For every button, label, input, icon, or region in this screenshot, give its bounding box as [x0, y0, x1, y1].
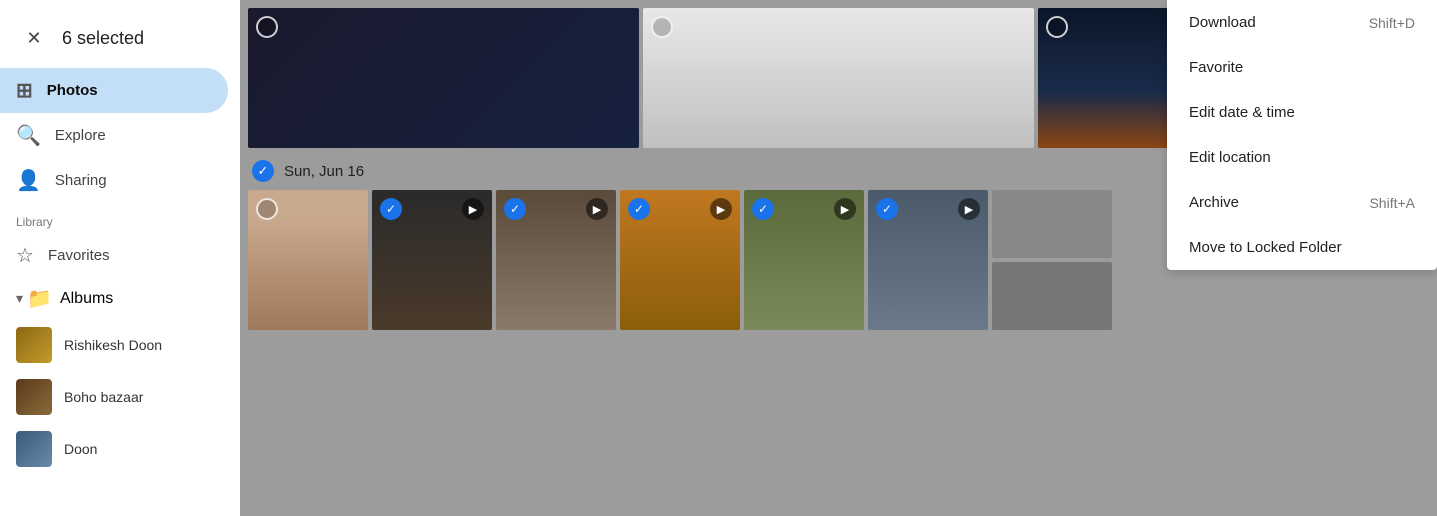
video-icon-interior: ▶ — [586, 198, 608, 220]
photo-uncheck-3 — [1046, 16, 1068, 38]
photo-check-restaurant: ✓ — [380, 198, 402, 220]
menu-favorite-label: Favorite — [1189, 59, 1243, 76]
albums-label: Albums — [60, 290, 113, 308]
album-name-boho: Boho bazaar — [64, 389, 143, 405]
album-item-doon[interactable]: Doon — [0, 423, 240, 475]
album-thumb-boho — [16, 379, 52, 415]
video-icon-food1: ▶ — [834, 198, 856, 220]
favorites-icon: ☆ — [16, 243, 34, 268]
photo-restaurant[interactable]: ✓ ▶ — [372, 190, 492, 330]
album-item-boho[interactable]: Boho bazaar — [0, 371, 240, 423]
menu-item-move-locked[interactable]: Move to Locked Folder — [1167, 225, 1437, 270]
video-icon-food2: ▶ — [958, 198, 980, 220]
close-button[interactable]: ✕ — [16, 20, 52, 56]
photo-dark-abstract[interactable] — [248, 8, 639, 148]
photo-drink[interactable]: ✓ ▶ — [620, 190, 740, 330]
photo-uncheck-2 — [651, 16, 673, 38]
photo-food1[interactable]: ✓ ▶ — [744, 190, 864, 330]
menu-archive-label: Archive — [1189, 194, 1239, 211]
photo-extra2[interactable] — [992, 262, 1112, 330]
photo-check-food2: ✓ — [876, 198, 898, 220]
photo-white-abstract[interactable] — [643, 8, 1034, 148]
date-check-icon[interactable]: ✓ — [252, 160, 274, 182]
menu-download-label: Download — [1189, 14, 1256, 31]
photo-interior[interactable]: ✓ ▶ — [496, 190, 616, 330]
menu-item-edit-date[interactable]: Edit date & time — [1167, 90, 1437, 135]
menu-item-download[interactable]: Download Shift+D — [1167, 0, 1437, 45]
photo-extra1[interactable] — [992, 190, 1112, 258]
context-menu: Download Shift+D Favorite Edit date & ti… — [1167, 0, 1437, 270]
album-name-doon: Doon — [64, 441, 97, 457]
sharing-icon: 👤 — [16, 168, 41, 193]
sidebar-header: ✕ 6 selected — [0, 8, 240, 68]
expand-icon: ▾ — [16, 290, 23, 307]
photo-check-drink: ✓ — [628, 198, 650, 220]
menu-edit-location-label: Edit location — [1189, 149, 1271, 166]
photo-uncheck-1 — [256, 16, 278, 38]
sidebar-item-albums[interactable]: ▾ 📁 Albums — [0, 278, 240, 319]
sidebar: ✕ 6 selected ⊞ Photos 🔍 Explore 👤 Sharin… — [0, 0, 240, 516]
video-icon-drink: ▶ — [710, 198, 732, 220]
sidebar-item-explore[interactable]: 🔍 Explore — [0, 113, 228, 158]
album-name-rishikesh: Rishikesh Doon — [64, 337, 162, 353]
menu-edit-date-label: Edit date & time — [1189, 104, 1295, 121]
sharing-label: Sharing — [55, 172, 107, 189]
albums-icon: 📁 — [27, 286, 52, 311]
album-thumb-doon — [16, 431, 52, 467]
sidebar-item-favorites[interactable]: ☆ Favorites — [0, 233, 228, 278]
photo-uncheck-girl — [256, 198, 278, 220]
menu-item-favorite[interactable]: Favorite — [1167, 45, 1437, 90]
photos-icon: ⊞ — [16, 78, 33, 103]
sidebar-item-photos[interactable]: ⊞ Photos — [0, 68, 228, 113]
menu-move-locked-label: Move to Locked Folder — [1189, 239, 1342, 256]
extra-photos-col — [992, 190, 1112, 330]
video-icon-restaurant: ▶ — [462, 198, 484, 220]
photo-check-food1: ✓ — [752, 198, 774, 220]
photos-label: Photos — [47, 82, 98, 99]
album-item-rishikesh[interactable]: Rishikesh Doon — [0, 319, 240, 371]
favorites-label: Favorites — [48, 247, 110, 264]
library-section-label: Library — [0, 203, 240, 233]
date-label: Sun, Jun 16 — [284, 163, 364, 180]
menu-item-archive[interactable]: Archive Shift+A — [1167, 180, 1437, 225]
menu-item-edit-location[interactable]: Edit location — [1167, 135, 1437, 180]
explore-label: Explore — [55, 127, 106, 144]
photo-girl[interactable] — [248, 190, 368, 330]
sidebar-item-sharing[interactable]: 👤 Sharing — [0, 158, 228, 203]
selected-count-label: 6 selected — [62, 28, 144, 49]
photo-check-interior: ✓ — [504, 198, 526, 220]
photo-food2[interactable]: ✓ ▶ — [868, 190, 988, 330]
menu-download-shortcut: Shift+D — [1369, 15, 1415, 31]
album-thumb-rishikesh — [16, 327, 52, 363]
explore-icon: 🔍 — [16, 123, 41, 148]
menu-archive-shortcut: Shift+A — [1369, 195, 1415, 211]
